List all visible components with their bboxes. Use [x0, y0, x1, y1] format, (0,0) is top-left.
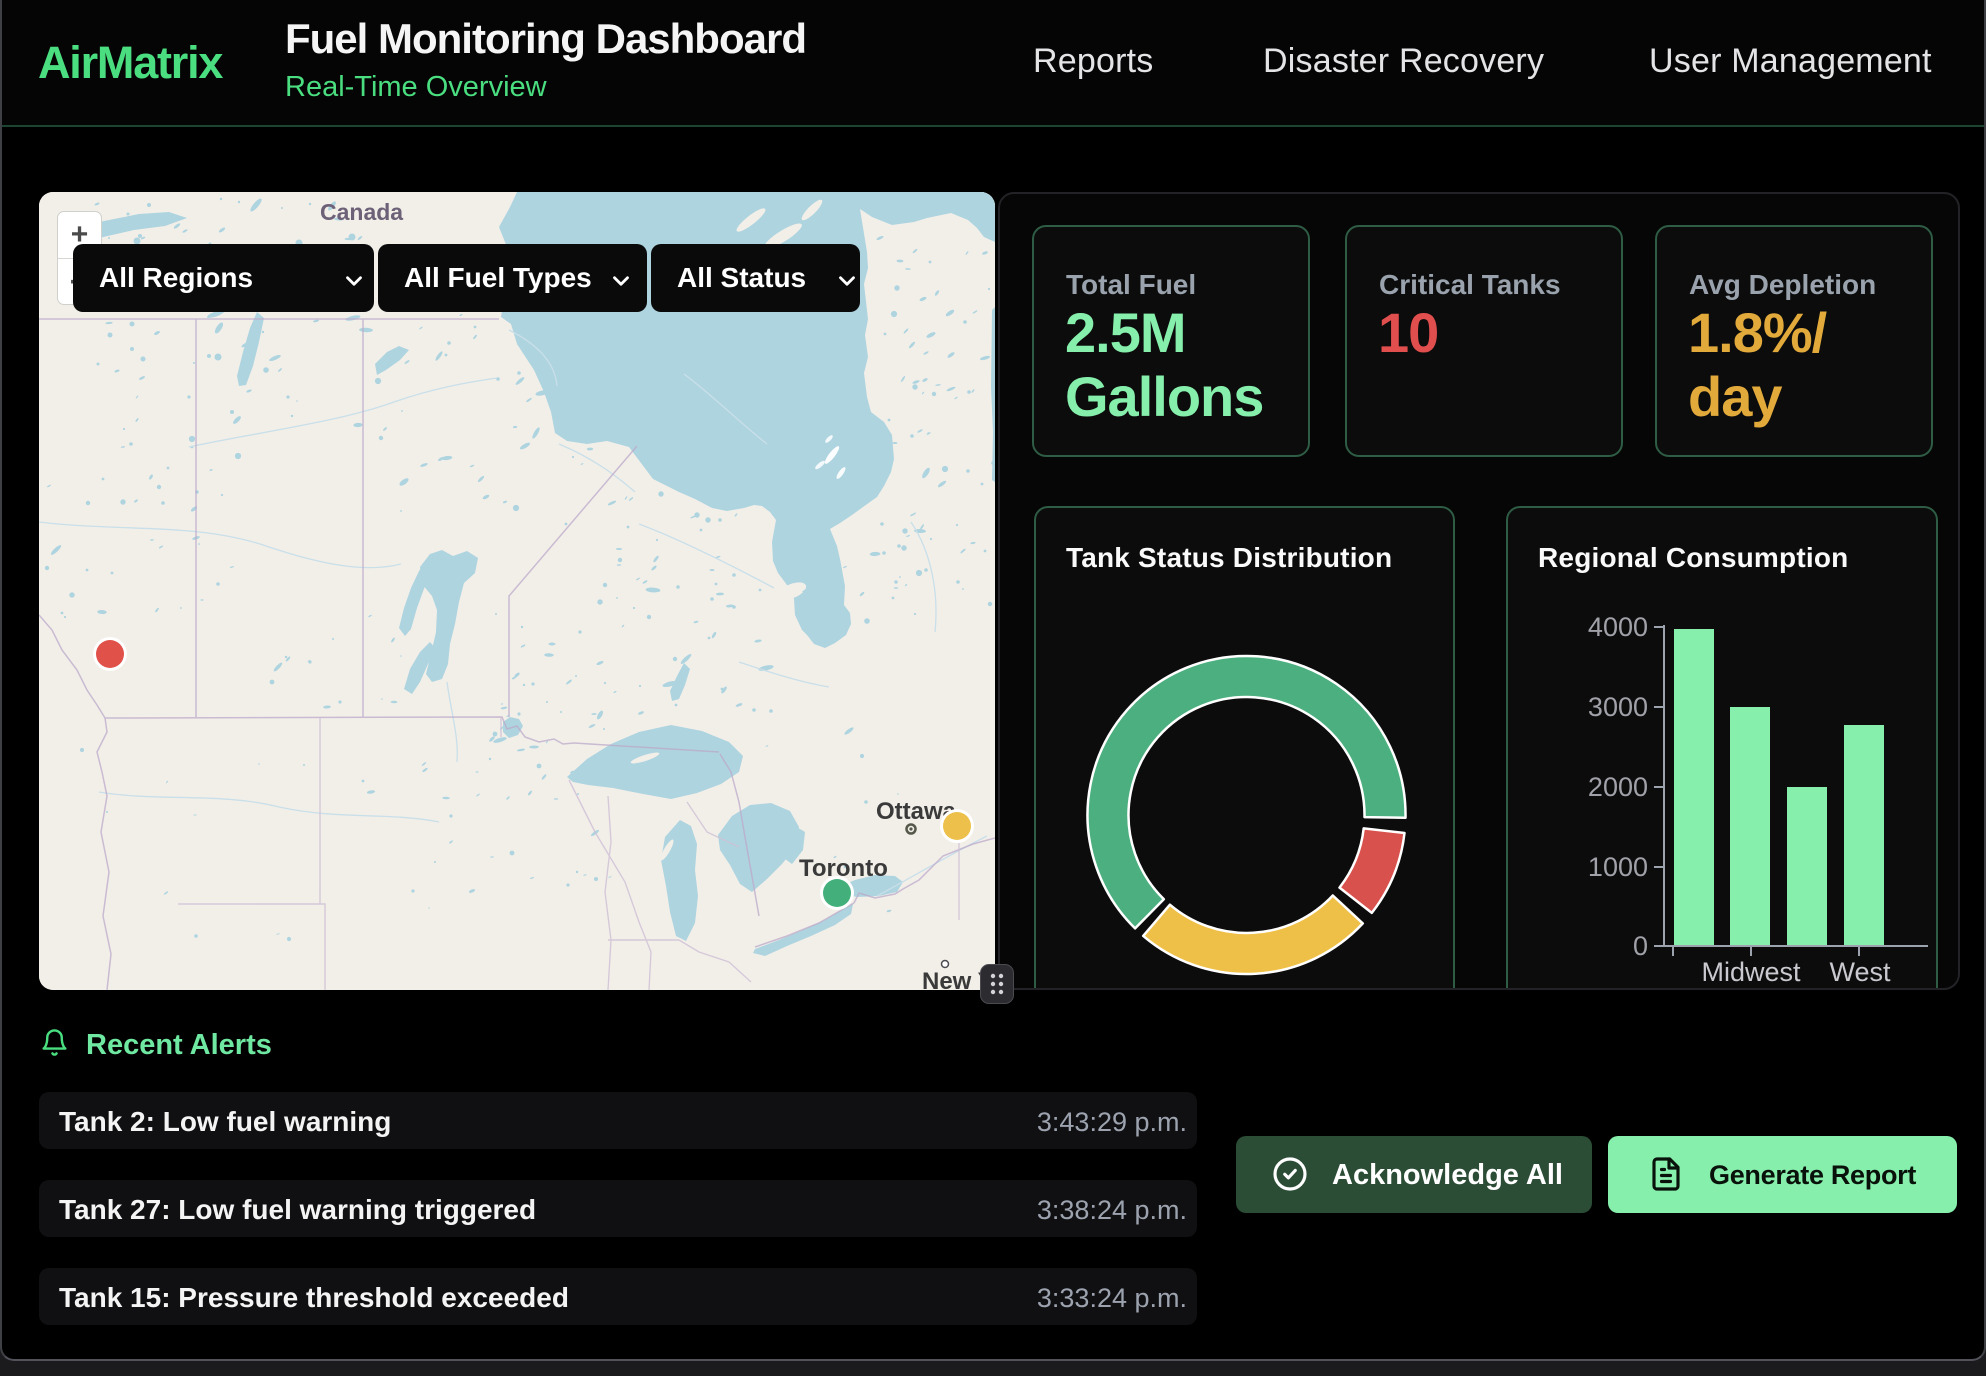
svg-text:West: West — [1829, 957, 1891, 987]
svg-text:Canada: Canada — [320, 199, 403, 225]
svg-text:0: 0 — [1633, 931, 1648, 961]
svg-text:2000: 2000 — [1588, 772, 1648, 802]
svg-text:4000: 4000 — [1588, 612, 1648, 642]
svg-text:1000: 1000 — [1588, 852, 1648, 882]
svg-text:Midwest: Midwest — [1701, 957, 1801, 987]
svg-text:3000: 3000 — [1588, 692, 1648, 722]
